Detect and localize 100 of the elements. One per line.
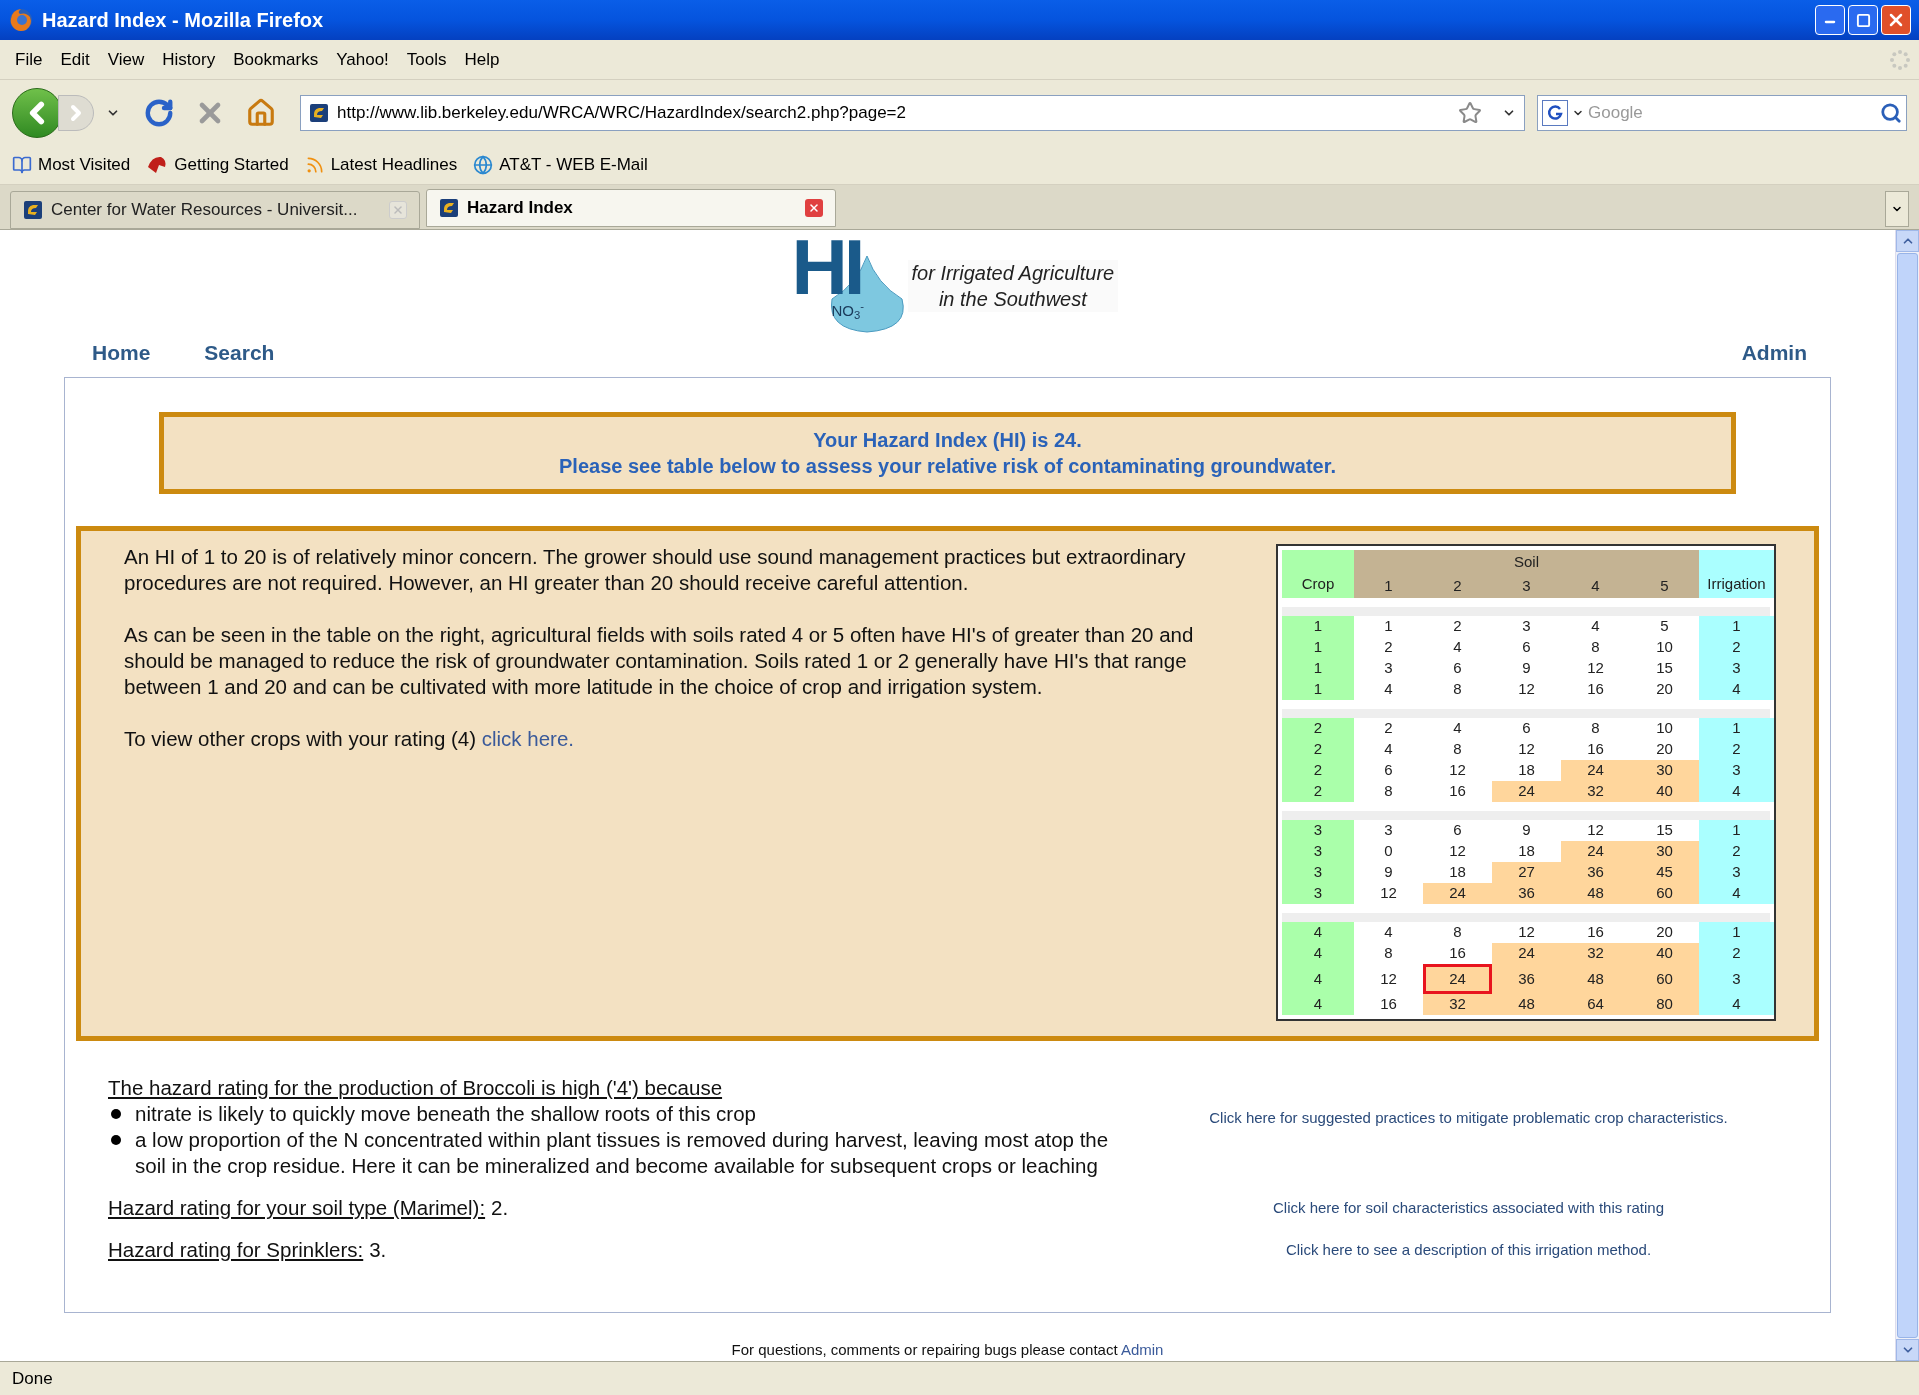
table-cell: 60 bbox=[1630, 964, 1699, 994]
admin-link[interactable]: Admin bbox=[1120, 1340, 1164, 1358]
nav-link[interactable]: Search bbox=[204, 337, 275, 369]
table-cell: 40 bbox=[1630, 781, 1699, 802]
search-engine-icon[interactable] bbox=[1542, 99, 1568, 126]
table-cell: 1 bbox=[1699, 820, 1774, 841]
vertical-scrollbar[interactable] bbox=[1895, 230, 1919, 1361]
menu-item[interactable]: History bbox=[155, 46, 223, 73]
banner-text: Please see table below to assess your relative risk of contaminating groundwater. bbox=[559, 454, 1336, 479]
column-heading: 2 bbox=[1423, 574, 1492, 598]
maximize-icon bbox=[1855, 12, 1871, 28]
table-cell: 32 bbox=[1423, 994, 1492, 1015]
table-cell: 3 bbox=[1282, 841, 1354, 862]
table-cell: 24 bbox=[1561, 841, 1630, 862]
table-cell: 4 bbox=[1699, 994, 1774, 1015]
table-cell: 4 bbox=[1699, 883, 1774, 904]
menu-item[interactable]: Yahoo! bbox=[329, 46, 396, 73]
table-cell: 2 bbox=[1282, 781, 1354, 802]
browser-tab[interactable]: Hazard Index bbox=[426, 189, 836, 227]
table-cell: 4 bbox=[1699, 679, 1774, 700]
table-cell: 2 bbox=[1282, 718, 1354, 739]
bookmark-link[interactable]: AT&T - WEB E-Mail bbox=[473, 151, 648, 178]
minimize-button[interactable] bbox=[1815, 5, 1845, 35]
column-group-heading: Soil bbox=[1354, 550, 1699, 574]
reason-text: a low proportion of the N concentrated within plant tissues is removed during harvest, leaving most atop the soil in the crop residue. Here it can be mineralized and become available for subsequent crops or leaching bbox=[135, 1127, 1110, 1179]
info-link[interactable]: Click here for soil characteristics associated with this rating bbox=[1273, 1195, 1664, 1221]
menu-item[interactable]: Tools bbox=[399, 46, 454, 73]
scroll-up-button[interactable] bbox=[1896, 230, 1919, 252]
table-cell: 1 bbox=[1699, 718, 1774, 739]
close-button[interactable] bbox=[1881, 5, 1911, 35]
table-cell: 32 bbox=[1561, 781, 1630, 802]
rating-value: 2. bbox=[491, 1195, 509, 1221]
x-icon bbox=[392, 204, 404, 216]
column-heading: Crop bbox=[1282, 550, 1354, 598]
table-cell: 3 bbox=[1699, 658, 1774, 679]
table-cell: 3 bbox=[1699, 760, 1774, 781]
rating-value: 3. bbox=[369, 1237, 387, 1263]
practices-link[interactable]: Click here for suggested practices to mitigate problematic crop characteristics. bbox=[1209, 1105, 1728, 1179]
home-icon[interactable] bbox=[246, 97, 276, 128]
table-cell: 3 bbox=[1282, 883, 1354, 904]
banner-text: Your Hazard Index (HI) is 24. bbox=[813, 428, 1082, 453]
nav-link[interactable]: Home bbox=[92, 337, 151, 369]
table-cell: 40 bbox=[1630, 943, 1699, 964]
table-cell: 30 bbox=[1630, 841, 1699, 862]
x-icon bbox=[808, 202, 820, 214]
reload-icon[interactable] bbox=[144, 97, 174, 128]
table-cell: 3 bbox=[1699, 862, 1774, 883]
table-cell: 1 bbox=[1282, 679, 1354, 700]
bullet-icon bbox=[111, 1135, 121, 1145]
bookmark-link[interactable]: Most Visited bbox=[12, 151, 131, 178]
bookmark-star-icon[interactable] bbox=[1458, 100, 1482, 125]
window-title: Hazard Index - Mozilla Firefox bbox=[42, 8, 325, 33]
bookmark-link[interactable]: Latest Headlines bbox=[304, 151, 458, 178]
table-cell: 4 bbox=[1282, 943, 1354, 964]
table-cell: 24 bbox=[1561, 760, 1630, 781]
menu-item[interactable]: Bookmarks bbox=[226, 46, 326, 73]
scroll-thumb[interactable] bbox=[1897, 253, 1918, 1338]
table-cell: 48 bbox=[1492, 994, 1561, 1015]
scroll-down-button[interactable] bbox=[1896, 1339, 1919, 1361]
search-field[interactable]: Google bbox=[1537, 94, 1907, 131]
search-input[interactable]: Google bbox=[1588, 99, 1876, 126]
table-cell: 2 bbox=[1699, 637, 1774, 658]
table-cell: 24 bbox=[1423, 883, 1492, 904]
site-favicon-icon bbox=[439, 198, 459, 218]
close-tab-icon[interactable] bbox=[805, 199, 823, 217]
maximize-button[interactable] bbox=[1848, 5, 1878, 35]
table-cell: 2 bbox=[1282, 739, 1354, 760]
table-cell: 2 bbox=[1282, 760, 1354, 781]
bullet-icon bbox=[111, 1109, 121, 1119]
table-cell: 3 bbox=[1699, 964, 1774, 994]
rating-label: Hazard rating for your soil type (Marimel): bbox=[108, 1195, 486, 1221]
table-cell: 1 bbox=[1699, 922, 1774, 943]
menu-item[interactable]: View bbox=[100, 46, 152, 73]
globe-icon bbox=[473, 154, 494, 175]
table-cell: 4 bbox=[1282, 994, 1354, 1015]
table-cell: 48 bbox=[1561, 964, 1630, 994]
table-cell: 4 bbox=[1282, 964, 1354, 994]
table-cell: 2 bbox=[1699, 943, 1774, 964]
table-cell: 4 bbox=[1282, 922, 1354, 943]
bookmark-link[interactable]: Getting Started bbox=[146, 151, 289, 178]
nav-link[interactable]: Admin bbox=[1741, 337, 1807, 369]
table-cell: 80 bbox=[1630, 994, 1699, 1015]
table-cell: 24 bbox=[1492, 781, 1561, 802]
search-icon[interactable] bbox=[1880, 101, 1902, 124]
book-icon bbox=[12, 154, 32, 175]
address-field[interactable]: http://www.lib.berkeley.edu/WRCA/WRC/HazardIndex/search2.php?page=2 bbox=[300, 94, 1525, 131]
table-cell: 3 bbox=[1282, 862, 1354, 883]
menu-item[interactable]: File bbox=[8, 46, 50, 73]
browser-tab[interactable]: Center for Water Resources - Universit... bbox=[10, 191, 420, 229]
menu-item[interactable]: Edit bbox=[53, 46, 97, 73]
menu-item[interactable]: Help bbox=[457, 46, 507, 73]
footer-text: For questions, comments or repairing bugs please contact Admin bbox=[731, 1339, 1164, 1360]
site-favicon-icon bbox=[23, 200, 43, 220]
loading-throbber-icon bbox=[1889, 48, 1911, 71]
info-link[interactable]: Click here to see a description of this irrigation method. bbox=[1285, 1237, 1652, 1263]
table-cell: 32 bbox=[1561, 943, 1630, 964]
table-cell: 1 bbox=[1282, 658, 1354, 679]
rating-sentence: To view other crops with your rating (4) click here. bbox=[124, 726, 576, 752]
crop-rating-heading: The hazard rating for the production of Broccoli is high ('4') because bbox=[108, 1075, 724, 1101]
click-here-link[interactable]: click here. bbox=[481, 727, 575, 750]
